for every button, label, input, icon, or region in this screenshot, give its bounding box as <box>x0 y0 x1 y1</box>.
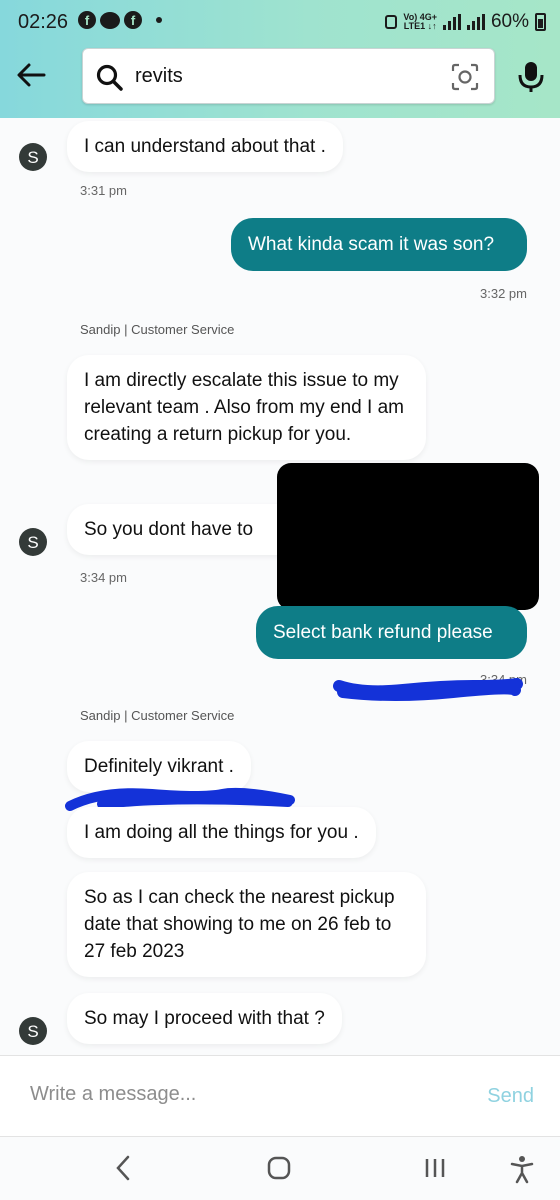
search-input[interactable]: revits <box>135 65 183 88</box>
message-bubble-outgoing[interactable]: What kinda scam it was son? <box>231 218 527 271</box>
message-bubble[interactable]: So as I can check the nearest pickup dat… <box>67 872 426 977</box>
avatar: S <box>19 1017 47 1045</box>
system-nav-bar <box>0 1138 560 1200</box>
back-arrow-icon[interactable] <box>14 58 48 92</box>
notification-icons: f f <box>78 11 162 29</box>
message-bubble[interactable]: I can understand about that . <box>67 121 343 172</box>
accessibility-icon[interactable] <box>509 1154 535 1184</box>
status-bar: 02:26 f f Vo) 4G+ LTE1 ↓↑ 60% <box>0 8 560 38</box>
more-notifications-icon <box>156 17 162 23</box>
signal-icon <box>442 14 461 30</box>
avatar: S <box>19 528 47 556</box>
compose-bar: Write a message... Send <box>0 1055 560 1137</box>
microphone-icon[interactable] <box>516 60 546 94</box>
battery-icon <box>535 13 546 31</box>
search-box[interactable]: revits <box>82 48 495 104</box>
nav-recents-icon[interactable] <box>423 1154 447 1182</box>
nav-home-icon[interactable] <box>266 1154 292 1182</box>
message-time: 3:32 pm <box>480 286 527 301</box>
message-input[interactable]: Write a message... <box>30 1083 196 1106</box>
message-bubble[interactable]: So may I proceed with that ? <box>67 993 342 1044</box>
app-header: 02:26 f f Vo) 4G+ LTE1 ↓↑ 60% revits <box>0 0 560 118</box>
message-time: 3:34 pm <box>80 570 127 585</box>
facebook-icon: f <box>78 11 96 29</box>
facebook-icon-2: f <box>124 11 142 29</box>
message-bubble[interactable]: I am doing all the things for you . <box>67 807 376 858</box>
avatar: S <box>19 143 47 171</box>
redaction-scribble <box>333 678 523 701</box>
message-bubble[interactable]: I am directly escalate this issue to my … <box>67 355 426 460</box>
status-time: 02:26 <box>18 11 69 33</box>
sender-name: Sandip | Customer Service <box>80 322 235 337</box>
signal-icon-2 <box>466 14 485 30</box>
data-saver-icon <box>385 15 398 29</box>
message-bubble-outgoing[interactable]: Select bank refund please <box>256 606 527 659</box>
status-right: Vo) 4G+ LTE1 ↓↑ 60% <box>385 11 546 33</box>
message-time: 3:31 pm <box>80 183 127 198</box>
battery-percent: 60% <box>490 11 529 32</box>
messenger-icon <box>100 11 120 29</box>
sender-name: Sandip | Customer Service <box>80 708 235 723</box>
redaction-box <box>277 463 539 610</box>
camera-search-icon[interactable] <box>450 62 480 92</box>
nav-back-icon[interactable] <box>113 1154 133 1182</box>
search-icon <box>96 64 123 91</box>
send-button[interactable]: Send <box>487 1085 534 1108</box>
network-type-icon: Vo) 4G+ LTE1 ↓↑ <box>403 12 437 31</box>
